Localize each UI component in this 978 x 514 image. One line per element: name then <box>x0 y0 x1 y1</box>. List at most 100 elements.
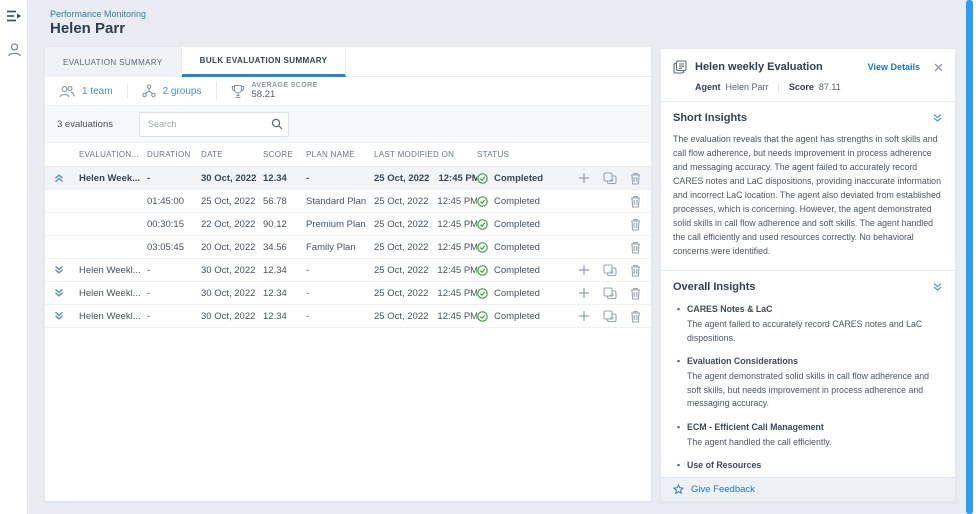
status-badge: Completed <box>494 196 540 207</box>
delete-evaluation-icon[interactable] <box>630 195 641 208</box>
score-label: Score <box>789 82 814 92</box>
trophy-icon <box>231 84 245 99</box>
duplicate-evaluation-icon[interactable] <box>603 264 617 277</box>
close-icon[interactable] <box>934 63 943 72</box>
groups-icon <box>142 84 156 98</box>
insight-item: CARES Notes & LaC The agent failed to ac… <box>677 304 943 345</box>
col-last-modified: LAST MODIFIED ON <box>374 150 477 159</box>
divider: | <box>778 82 780 92</box>
date-value: 22 Oct, 2022 <box>201 219 263 230</box>
date-value: 25 Oct, 2022 <box>201 196 263 207</box>
evaluations-table: EVALUATION... DURATION DATE SCORE PLAN N… <box>45 143 651 328</box>
modified-date: 25 Oct, 2022 <box>374 311 428 322</box>
plan-name-value: Standard Plan <box>306 196 374 207</box>
insight-title: ECM - Efficient Call Management <box>677 422 943 432</box>
score-value: 87.11 <box>819 82 841 92</box>
vertical-scrollbar[interactable] <box>966 0 973 514</box>
collapse-row-icon[interactable] <box>45 173 79 183</box>
modified-date: 25 Oct, 2022 <box>374 173 429 184</box>
search-input[interactable] <box>139 112 289 137</box>
status-badge: Completed <box>494 173 543 184</box>
table-subrow: 00:30:15 22 Oct, 2022 90.12 Premium Plan… <box>45 213 651 236</box>
tab-bulk-evaluation-summary[interactable]: BULK EVALUATION SUMMARY <box>182 47 347 77</box>
overall-insights-heading: Overall Insights <box>673 281 756 293</box>
table-subrow: 03:05:45 20 Oct, 2022 34.56 Family Plan … <box>45 236 651 259</box>
insight-title: CARES Notes & LaC <box>677 304 943 314</box>
team-icon <box>59 85 75 98</box>
left-sidebar <box>0 0 28 514</box>
status-badge: Completed <box>494 219 540 230</box>
table-row[interactable]: Helen Week... - 30 Oct, 2022 12.34 - 25 … <box>45 167 651 190</box>
modified-time: 12:45 PM <box>437 311 477 322</box>
table-header-row: EVALUATION... DURATION DATE SCORE PLAN N… <box>45 143 651 167</box>
add-evaluation-icon[interactable] <box>578 172 590 184</box>
duration-value: - <box>147 173 201 184</box>
modified-time: 12:45 PM <box>437 288 477 299</box>
expand-row-icon[interactable] <box>45 311 79 321</box>
evaluation-table-card: EVALUATION SUMMARY BULK EVALUATION SUMMA… <box>44 46 652 502</box>
average-score-value: 58.21 <box>252 90 318 101</box>
stat-groups[interactable]: 2 groups <box>127 84 216 98</box>
table-row[interactable]: Helen Weekl... - 30 Oct, 2022 12.34 - 25… <box>45 305 651 328</box>
status-check-icon <box>477 265 488 276</box>
score-value: 90.12 <box>263 219 306 230</box>
add-evaluation-icon[interactable] <box>578 310 590 322</box>
modified-time: 12:45 PM <box>438 173 477 184</box>
collapse-section-icon[interactable] <box>932 113 943 123</box>
evaluation-insights-panel: Helen weekly Evaluation View Details Age… <box>660 48 956 502</box>
date-value: 20 Oct, 2022 <box>201 242 263 253</box>
delete-evaluation-icon[interactable] <box>630 172 641 185</box>
duration-value: 01:45:00 <box>147 196 201 207</box>
duplicate-evaluation-icon[interactable] <box>603 172 617 185</box>
duplicate-evaluation-icon[interactable] <box>603 310 617 323</box>
view-details-link[interactable]: View Details <box>868 62 920 72</box>
expand-row-icon[interactable] <box>45 288 79 298</box>
right-edge-gutter <box>973 0 978 514</box>
delete-evaluation-icon[interactable] <box>630 287 641 300</box>
user-profile-icon[interactable] <box>0 37 28 63</box>
status-check-icon <box>477 219 488 230</box>
menu-expand-icon[interactable] <box>0 3 28 29</box>
table-row[interactable]: Helen Weekl... - 30 Oct, 2022 12.34 - 25… <box>45 259 651 282</box>
search-icon[interactable] <box>271 117 283 135</box>
add-evaluation-icon[interactable] <box>578 287 590 299</box>
tab-evaluation-summary[interactable]: EVALUATION SUMMARY <box>45 47 182 77</box>
col-status: STATUS <box>477 150 573 159</box>
short-insights-heading: Short Insights <box>673 112 747 124</box>
agent-name: Helen Parr <box>726 82 769 92</box>
short-insights-text: The evaluation reveals that the agent ha… <box>673 132 943 258</box>
evaluations-count: 3 evaluations <box>57 119 113 130</box>
delete-evaluation-icon[interactable] <box>630 264 641 277</box>
status-check-icon <box>477 196 488 207</box>
insight-item: Evaluation Considerations The agent demo… <box>677 356 943 411</box>
plan-name-value: - <box>306 173 374 184</box>
evaluation-name: Helen Weekl... <box>79 311 147 322</box>
col-date: DATE <box>201 150 263 159</box>
duration-value: 00:30:15 <box>147 219 201 230</box>
stat-team[interactable]: 1 team <box>57 85 127 98</box>
give-feedback-link[interactable]: Give Feedback <box>691 484 755 495</box>
panel-footer: Give Feedback <box>661 477 955 501</box>
agent-label: Agent <box>695 82 721 92</box>
delete-evaluation-icon[interactable] <box>630 241 641 254</box>
collapse-section-icon[interactable] <box>932 282 943 292</box>
delete-evaluation-icon[interactable] <box>630 310 641 323</box>
stats-bar: 1 team 2 groups AVERAGE SCORE 58.21 <box>45 77 651 105</box>
score-value: 12.34 <box>263 265 306 276</box>
groups-link[interactable]: 2 groups <box>163 86 202 97</box>
insight-text: The agent failed to accurately record CA… <box>677 318 943 345</box>
table-row[interactable]: Helen Weekl... - 30 Oct, 2022 12.34 - 25… <box>45 282 651 305</box>
delete-evaluation-icon[interactable] <box>630 218 641 231</box>
duration-value: - <box>147 288 201 299</box>
status-check-icon <box>477 311 488 322</box>
overall-insights-section: Overall Insights CARES Notes & LaC The a… <box>661 270 955 496</box>
evaluation-name: Helen Weekl... <box>79 265 147 276</box>
add-evaluation-icon[interactable] <box>578 264 590 276</box>
duplicate-evaluation-icon[interactable] <box>603 287 617 300</box>
breadcrumb[interactable]: Performance Monitoring <box>50 9 146 19</box>
team-link[interactable]: 1 team <box>82 86 113 97</box>
plan-name-value: - <box>306 265 374 276</box>
short-insights-section: Short Insights The evaluation reveals th… <box>661 102 955 270</box>
expand-row-icon[interactable] <box>45 265 79 275</box>
insight-title: Use of Resources <box>677 460 943 470</box>
